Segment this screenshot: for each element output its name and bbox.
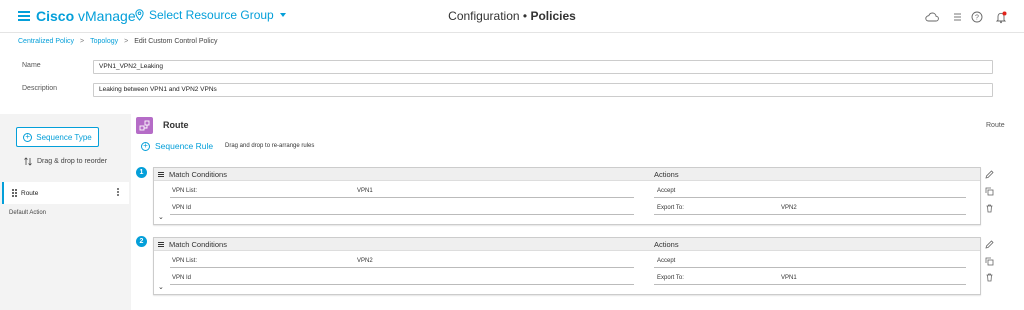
description-label: Description — [22, 85, 58, 92]
action-row: Export To: VPN2 — [654, 202, 966, 215]
action-row: Export To: VPN1 — [654, 272, 966, 285]
page-title-separator: • — [522, 9, 528, 23]
copy-icon[interactable] — [984, 256, 994, 266]
action-key: Export To: — [657, 205, 684, 211]
breadcrumb-topology[interactable]: Topology — [90, 38, 118, 45]
breadcrumb-centralized-policy[interactable]: Centralized Policy — [18, 38, 74, 45]
condition-key: VPN List: — [172, 188, 198, 194]
name-field[interactable]: VPN1_VPN2_Leaking — [93, 60, 993, 74]
trash-icon[interactable] — [984, 272, 994, 282]
svg-text:?: ? — [975, 15, 979, 22]
description-field[interactable]: Leaking between VPN1 and VPN2 VPNs — [93, 83, 993, 97]
actions-header: Actions — [654, 170, 679, 179]
actions-header: Actions — [654, 240, 679, 249]
chevron-down-icon[interactable]: ⌄ — [158, 213, 164, 221]
action-value: VPN1 — [781, 275, 797, 281]
match-conditions-label: Match Conditions — [169, 240, 227, 249]
breadcrumb-current: Edit Custom Control Policy — [134, 38, 218, 45]
more-options-icon[interactable] — [117, 188, 119, 196]
route-title: Route — [163, 120, 189, 130]
help-icon[interactable]: ? — [969, 9, 985, 25]
sequence-rule-button[interactable]: + Sequence Rule — [141, 141, 213, 151]
action-value: VPN2 — [781, 205, 797, 211]
sequence-rule-hint: Drag and drop to re-arrange rules — [225, 143, 315, 149]
action-row: Accept — [654, 185, 966, 198]
reorder-arrows-icon — [24, 157, 32, 166]
action-row: Accept — [654, 255, 966, 268]
sequence-item-route[interactable]: Route — [2, 182, 129, 204]
condition-key: VPN Id — [172, 205, 192, 211]
trash-icon[interactable] — [984, 203, 994, 213]
copy-icon[interactable] — [984, 186, 994, 196]
menu-lines-icon[interactable] — [158, 242, 164, 247]
sequence-rule-label: Sequence Rule — [155, 141, 214, 151]
condition-row: VPN List: VPN2 — [170, 255, 634, 268]
rule-header: Match Conditions Actions — [154, 168, 980, 181]
edit-pencil-icon[interactable] — [984, 239, 994, 249]
action-key: Accept — [657, 258, 676, 264]
rule-card-1[interactable]: Match Conditions Actions VPN List: VPN1 … — [153, 167, 981, 225]
rule-header: Match Conditions Actions — [154, 238, 980, 251]
plus-circle-icon: + — [23, 132, 33, 142]
drag-reorder-label: Drag & drop to reorder — [37, 158, 108, 165]
page-title-main: Policies — [530, 9, 576, 23]
match-conditions-header: Match Conditions — [158, 170, 227, 179]
route-type-label: Route — [986, 122, 1005, 129]
sequence-type-button[interactable]: + Sequence Type — [16, 127, 99, 147]
condition-row: VPN Id — [170, 272, 634, 285]
condition-key: VPN List: — [172, 258, 198, 264]
menu-lines-icon[interactable] — [158, 172, 164, 177]
rule-number-badge: 2 — [136, 236, 147, 247]
condition-value: VPN1 — [357, 188, 373, 194]
name-label: Name — [22, 62, 41, 69]
route-icon — [136, 117, 153, 134]
match-conditions-label: Match Conditions — [169, 170, 227, 179]
breadcrumb-separator: > — [124, 38, 129, 45]
sequence-panel: + Sequence Type Drag & drop to reorder R… — [0, 114, 131, 310]
cloud-icon[interactable] — [924, 9, 940, 25]
rule-card-2[interactable]: Match Conditions Actions VPN List: VPN2 … — [153, 237, 981, 295]
condition-value: VPN2 — [357, 258, 373, 264]
sequence-item-label: Route — [21, 189, 39, 197]
rule-number-badge: 1 — [136, 167, 147, 178]
drag-reorder-hint: Drag & drop to reorder — [24, 157, 107, 166]
action-key: Accept — [657, 188, 676, 194]
page-title-prefix: Configuration — [448, 9, 520, 23]
match-conditions-header: Match Conditions — [158, 240, 227, 249]
sequence-type-label: Sequence Type — [36, 132, 92, 142]
list-icon[interactable] — [949, 9, 965, 25]
condition-row: VPN Id — [170, 202, 634, 215]
condition-row: VPN List: VPN1 — [170, 185, 634, 198]
bell-icon[interactable] — [993, 9, 1009, 25]
chevron-down-icon[interactable]: ⌄ — [158, 283, 164, 291]
edit-pencil-icon[interactable] — [984, 169, 994, 179]
plus-circle-icon: + — [141, 141, 150, 151]
page-title: Configuration • Policies — [0, 9, 1024, 23]
breadcrumb-separator: > — [80, 38, 85, 45]
top-bar: Cisco vManage Select Resource Group Conf… — [0, 0, 1024, 33]
drag-handle-icon[interactable] — [12, 189, 17, 197]
condition-key: VPN Id — [172, 275, 192, 281]
default-action-item[interactable]: Default Action — [9, 210, 46, 216]
action-key: Export To: — [657, 275, 684, 281]
breadcrumb: Centralized Policy > Topology > Edit Cus… — [18, 38, 218, 45]
